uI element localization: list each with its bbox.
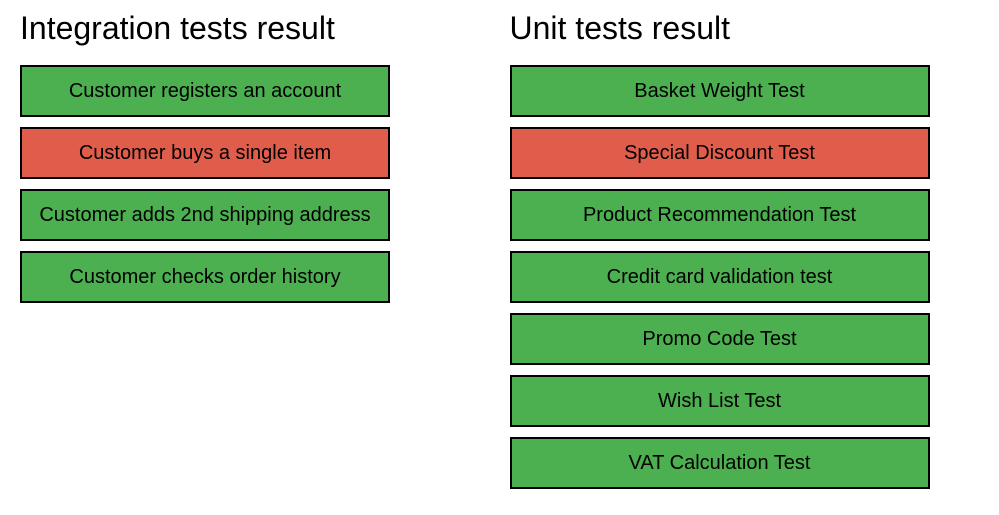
test-item-basket-weight[interactable]: Basket Weight Test: [510, 65, 930, 117]
unit-title: Unit tests result: [510, 10, 980, 47]
integration-section: Integration tests result Customer regist…: [20, 10, 490, 489]
test-item-customer-adds-shipping[interactable]: Customer adds 2nd shipping address: [20, 189, 390, 241]
test-item-customer-buys-single[interactable]: Customer buys a single item: [20, 127, 390, 179]
test-item-special-discount[interactable]: Special Discount Test: [510, 127, 930, 179]
test-item-customer-checks-history[interactable]: Customer checks order history: [20, 251, 390, 303]
integration-test-list: Customer registers an account Customer bu…: [20, 65, 490, 303]
test-item-customer-registers[interactable]: Customer registers an account: [20, 65, 390, 117]
test-item-vat-calculation[interactable]: VAT Calculation Test: [510, 437, 930, 489]
unit-section: Unit tests result Basket Weight Test Spec…: [510, 10, 980, 489]
test-item-product-recommendation[interactable]: Product Recommendation Test: [510, 189, 930, 241]
test-item-wish-list[interactable]: Wish List Test: [510, 375, 930, 427]
integration-title: Integration tests result: [20, 10, 490, 47]
test-item-credit-card-validation[interactable]: Credit card validation test: [510, 251, 930, 303]
test-item-promo-code[interactable]: Promo Code Test: [510, 313, 930, 365]
unit-test-list: Basket Weight Test Special Discount Test P…: [510, 65, 980, 489]
main-container: Integration tests result Customer regist…: [20, 10, 979, 489]
